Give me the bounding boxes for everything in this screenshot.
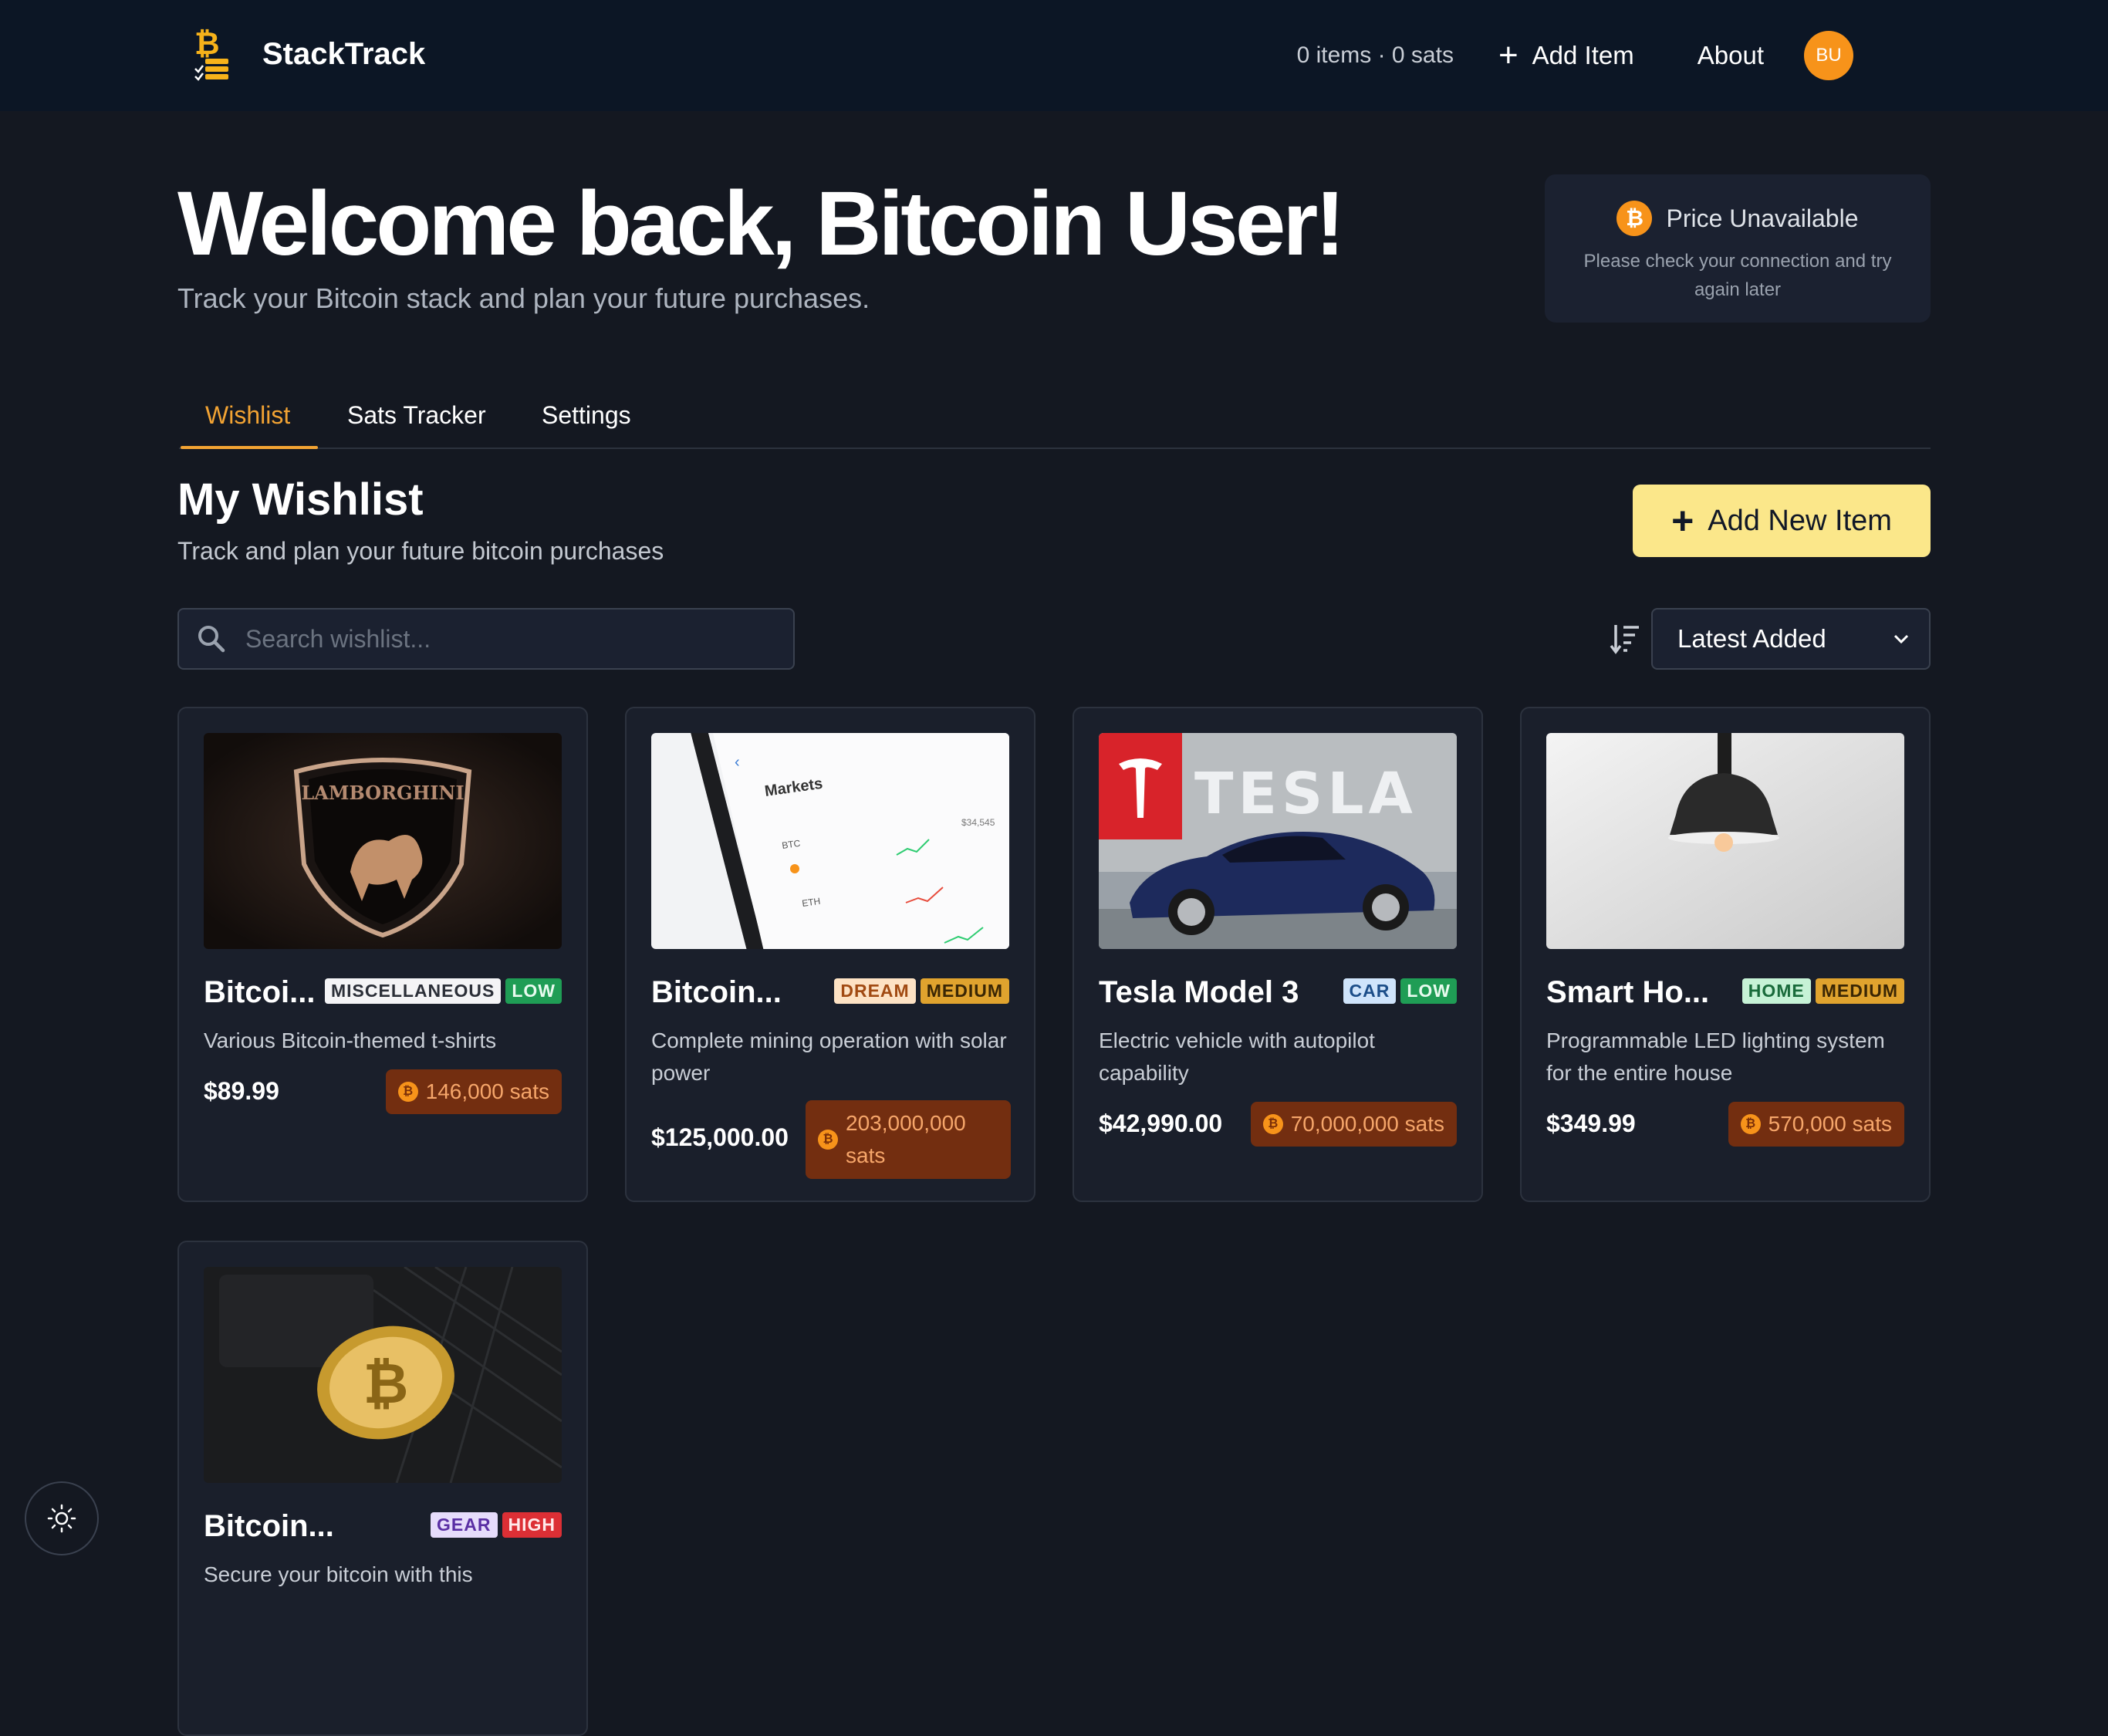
item-description: Electric vehicle with autopilot capabili… bbox=[1099, 1028, 1375, 1085]
sats-value: 70,000,000 sats bbox=[1290, 1112, 1444, 1136]
item-description: Secure your bitcoin with this bbox=[204, 1562, 473, 1586]
item-price: $42,990.00 bbox=[1099, 1109, 1223, 1137]
svg-text:LAMBORGHINI: LAMBORGHINI bbox=[301, 782, 464, 804]
item-price: $89.99 bbox=[204, 1077, 279, 1105]
search-icon bbox=[198, 626, 225, 653]
btc-price-card: ₿ Price Unavailable Please check your co… bbox=[1545, 174, 1931, 323]
price-status-title: Price Unavailable bbox=[1666, 204, 1859, 232]
main-tabs: Wishlist Sats Tracker Settings bbox=[179, 393, 1931, 449]
stack-count: 0 items · 0 sats bbox=[1296, 42, 1454, 68]
item-badges: GEAR HIGH bbox=[431, 1512, 562, 1538]
stacktrack-logo-icon: ₿ bbox=[193, 26, 233, 82]
item-name: Tesla Model 3 bbox=[1099, 975, 1299, 1009]
item-price: $349.99 bbox=[1546, 1109, 1636, 1137]
item-image-tesla: TESLA bbox=[1099, 733, 1457, 949]
svg-text:₿: ₿ bbox=[194, 26, 220, 62]
plus-icon: + bbox=[1671, 499, 1694, 542]
item-image-bitcoin-coin: ₿ bbox=[204, 1267, 562, 1483]
svg-text:$34,545: $34,545 bbox=[961, 817, 995, 828]
sats-badge: ₿ 203,000,000 sats bbox=[806, 1100, 1011, 1179]
search-box bbox=[177, 608, 795, 670]
page-subtitle: Track your Bitcoin stack and plan your f… bbox=[177, 282, 870, 314]
item-description: Programmable LED lighting system for the… bbox=[1546, 1028, 1885, 1085]
sun-icon bbox=[47, 1504, 76, 1533]
priority-badge: LOW bbox=[505, 978, 562, 1004]
theme-toggle-button[interactable] bbox=[25, 1481, 99, 1555]
page-title: Welcome back, Bitcoin User! bbox=[177, 173, 1346, 275]
priority-badge: MEDIUM bbox=[1815, 978, 1904, 1004]
add-new-item-label: Add New Item bbox=[1708, 504, 1892, 537]
item-price: $125,000.00 bbox=[651, 1123, 789, 1151]
bitcoin-icon: ₿ bbox=[1262, 1114, 1283, 1134]
item-image-pendant-lamp bbox=[1546, 733, 1904, 949]
sats-badge: ₿ 570,000 sats bbox=[1728, 1102, 1904, 1147]
item-badges: DREAM MEDIUM bbox=[834, 978, 1009, 1004]
item-image-lamborghini: LAMBORGHINI bbox=[204, 733, 562, 949]
item-name: Bitcoin... bbox=[204, 1509, 334, 1543]
bitcoin-icon: ₿ bbox=[1740, 1114, 1761, 1134]
priority-badge: HIGH bbox=[502, 1512, 562, 1538]
category-badge: GEAR bbox=[431, 1512, 498, 1538]
sats-badge: ₿ 70,000,000 sats bbox=[1250, 1102, 1457, 1147]
nav-about-link[interactable]: About bbox=[1698, 41, 1764, 70]
price-status-message: Please check your connection and try aga… bbox=[1583, 251, 1892, 300]
category-badge: MISCELLANEOUS bbox=[325, 978, 502, 1004]
wishlist-card[interactable]: Smart Ho... HOME MEDIUM Programmable LED… bbox=[1520, 707, 1931, 1202]
chevron-down-icon bbox=[1893, 634, 1909, 644]
nav-right: 0 items · 0 sats + Add Item About BU bbox=[1297, 28, 1853, 83]
sats-value: 203,000,000 sats bbox=[846, 1111, 966, 1167]
section-title: My Wishlist bbox=[177, 475, 424, 525]
wishlist-card[interactable]: LAMBORGHINI Bitcoi... MISCELLANEOUS LOW … bbox=[177, 707, 588, 1202]
active-tab-indicator bbox=[181, 446, 318, 449]
sort-icon[interactable] bbox=[1610, 622, 1640, 656]
item-badges: HOME MEDIUM bbox=[1741, 978, 1904, 1004]
search-input[interactable] bbox=[245, 624, 793, 654]
sort-value: Latest Added bbox=[1677, 624, 1826, 653]
sort-select[interactable]: Latest Added bbox=[1651, 608, 1931, 670]
wishlist-card[interactable]: TESLA Tesla Model 3 CAR LOW Electric veh… bbox=[1073, 707, 1483, 1202]
priority-badge: LOW bbox=[1400, 978, 1457, 1004]
tab-settings[interactable]: Settings bbox=[542, 401, 631, 430]
plus-icon: + bbox=[1498, 36, 1519, 74]
sats-badge: ₿ 146,000 sats bbox=[385, 1069, 562, 1114]
add-new-item-button[interactable]: + Add New Item bbox=[1633, 485, 1931, 557]
item-badges: CAR LOW bbox=[1343, 978, 1457, 1004]
bitcoin-icon: ₿ bbox=[1616, 201, 1653, 236]
category-badge: CAR bbox=[1343, 978, 1397, 1004]
item-name: Bitcoi... bbox=[204, 975, 316, 1009]
brand[interactable]: ₿ StackTrack bbox=[193, 26, 425, 82]
avatar[interactable]: BU bbox=[1804, 31, 1853, 80]
section-subtitle: Track and plan your future bitcoin purch… bbox=[177, 537, 664, 565]
item-description: Complete mining operation with solar pow… bbox=[651, 1028, 1007, 1085]
item-name: Bitcoin... bbox=[651, 975, 782, 1009]
svg-text:‹: ‹ bbox=[735, 754, 740, 771]
item-image-markets-phone: Markets ‹ BTC ETH $34,545 bbox=[651, 733, 1009, 949]
svg-text:TESLA: TESLA bbox=[1194, 761, 1417, 827]
nav-add-item-button[interactable]: + Add Item bbox=[1498, 39, 1634, 73]
wishlist-card[interactable]: ₿ Bitcoin... GEAR HIGH Secure your bitco… bbox=[177, 1241, 588, 1736]
sats-value: 146,000 sats bbox=[425, 1079, 549, 1103]
svg-text:₿: ₿ bbox=[363, 1351, 409, 1416]
bitcoin-icon: ₿ bbox=[397, 1082, 418, 1102]
sats-value: 570,000 sats bbox=[1768, 1112, 1892, 1136]
category-badge: DREAM bbox=[834, 978, 916, 1004]
app-name: StackTrack bbox=[262, 36, 426, 71]
item-description: Various Bitcoin-themed t-shirts bbox=[204, 1028, 497, 1052]
item-name: Smart Ho... bbox=[1546, 975, 1710, 1009]
category-badge: HOME bbox=[1741, 978, 1811, 1004]
nav-add-item-label: Add Item bbox=[1532, 41, 1634, 69]
priority-badge: MEDIUM bbox=[920, 978, 1009, 1004]
item-badges: MISCELLANEOUS LOW bbox=[325, 978, 562, 1004]
tab-wishlist[interactable]: Wishlist bbox=[205, 401, 290, 430]
bitcoin-icon: ₿ bbox=[818, 1130, 838, 1150]
tab-sats-tracker[interactable]: Sats Tracker bbox=[347, 401, 486, 430]
wishlist-card[interactable]: Markets ‹ BTC ETH $34,545 Bitcoin... DRE… bbox=[625, 707, 1035, 1202]
top-navbar: ₿ StackTrack 0 items · 0 sats + Add Item… bbox=[0, 0, 2108, 111]
